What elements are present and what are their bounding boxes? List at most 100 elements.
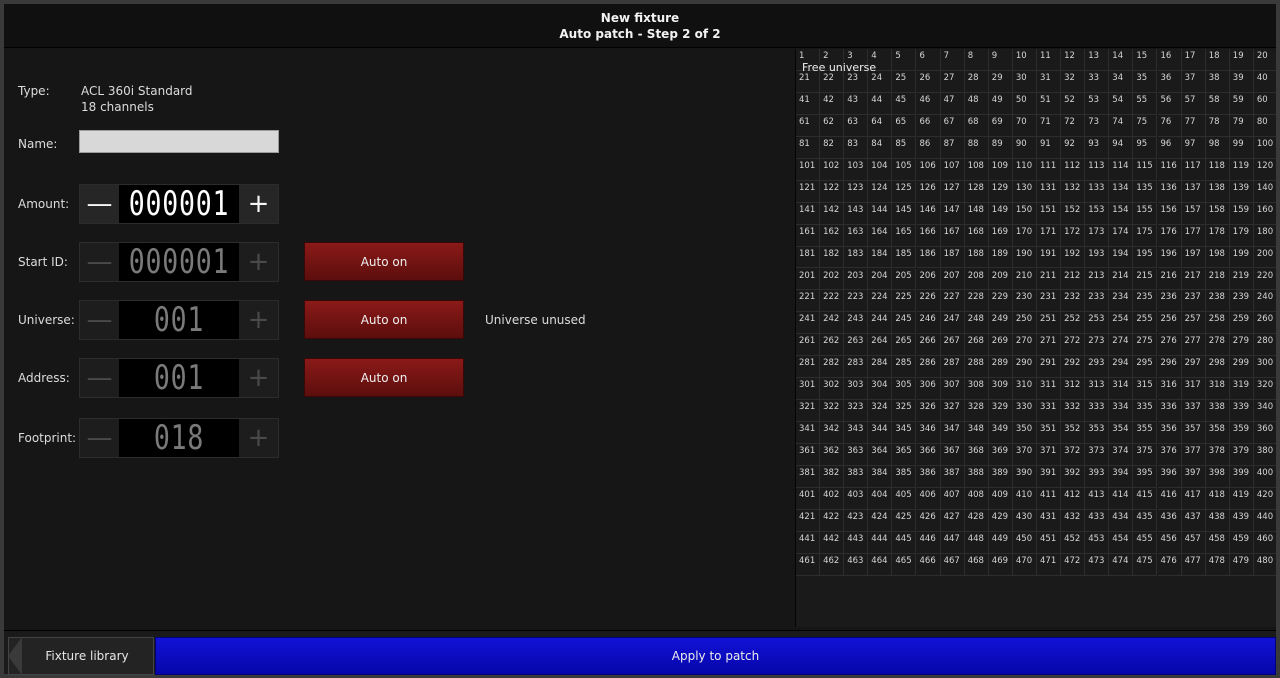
dmx-address-cell[interactable]: 207 bbox=[940, 268, 965, 291]
dmx-address-cell[interactable]: 66 bbox=[916, 114, 941, 137]
dmx-address-cell[interactable]: 182 bbox=[820, 246, 845, 269]
dmx-address-cell[interactable]: 189 bbox=[988, 246, 1013, 269]
dmx-address-cell[interactable]: 57 bbox=[1181, 92, 1206, 115]
dmx-address-cell[interactable]: 342 bbox=[820, 422, 845, 445]
dmx-address-cell[interactable]: 380 bbox=[1253, 444, 1276, 467]
dmx-address-cell[interactable]: 186 bbox=[916, 246, 941, 269]
dmx-address-cell[interactable]: 218 bbox=[1205, 268, 1230, 291]
dmx-address-cell[interactable]: 306 bbox=[916, 378, 941, 401]
dmx-address-cell[interactable]: 121 bbox=[796, 180, 821, 203]
dmx-address-cell[interactable]: 434 bbox=[1109, 509, 1134, 532]
dmx-address-cell[interactable]: 321 bbox=[796, 400, 821, 423]
dmx-address-cell[interactable]: 456 bbox=[1157, 531, 1182, 554]
dmx-address-cell[interactable]: 407 bbox=[940, 488, 965, 510]
dmx-address-cell[interactable]: 332 bbox=[1061, 400, 1086, 423]
dmx-address-cell[interactable]: 396 bbox=[1157, 466, 1182, 488]
dmx-address-cell[interactable]: 135 bbox=[1133, 180, 1158, 203]
dmx-address-cell[interactable]: 296 bbox=[1157, 356, 1182, 379]
dmx-address-cell[interactable]: 216 bbox=[1157, 268, 1182, 291]
dmx-address-cell[interactable]: 32 bbox=[1061, 70, 1086, 93]
dmx-address-cell[interactable]: 400 bbox=[1253, 466, 1276, 488]
dmx-address-cell[interactable]: 10 bbox=[1012, 49, 1037, 71]
dmx-address-cell[interactable]: 156 bbox=[1157, 202, 1182, 225]
dmx-address-cell[interactable]: 213 bbox=[1085, 268, 1110, 291]
dmx-address-cell[interactable]: 81 bbox=[796, 136, 821, 159]
dmx-address-cell[interactable]: 1 bbox=[796, 49, 821, 71]
dmx-address-cell[interactable]: 250 bbox=[1012, 312, 1037, 335]
dmx-address-cell[interactable]: 159 bbox=[1229, 202, 1254, 225]
dmx-address-cell[interactable]: 215 bbox=[1133, 268, 1158, 291]
dmx-address-cell[interactable]: 98 bbox=[1205, 136, 1230, 159]
dmx-address-cell[interactable]: 435 bbox=[1133, 509, 1158, 532]
dmx-address-cell[interactable]: 83 bbox=[844, 136, 869, 159]
dmx-address-cell[interactable]: 171 bbox=[1037, 224, 1062, 247]
dmx-address-cell[interactable]: 352 bbox=[1061, 422, 1086, 445]
dmx-address-cell[interactable]: 275 bbox=[1133, 334, 1158, 357]
dmx-address-cell[interactable]: 449 bbox=[988, 531, 1013, 554]
dmx-address-cell[interactable]: 439 bbox=[1229, 509, 1254, 532]
dmx-address-cell[interactable]: 137 bbox=[1181, 180, 1206, 203]
dmx-address-cell[interactable]: 22 bbox=[820, 70, 845, 93]
dmx-address-cell[interactable]: 336 bbox=[1157, 400, 1182, 423]
dmx-address-cell[interactable]: 260 bbox=[1253, 312, 1276, 335]
dmx-address-cell[interactable]: 42 bbox=[820, 92, 845, 115]
dmx-address-cell[interactable]: 43 bbox=[844, 92, 869, 115]
dmx-address-cell[interactable]: 112 bbox=[1061, 158, 1086, 181]
dmx-address-cell[interactable]: 176 bbox=[1157, 224, 1182, 247]
dmx-address-cell[interactable]: 225 bbox=[892, 290, 917, 313]
dmx-address-cell[interactable]: 265 bbox=[892, 334, 917, 357]
dmx-address-cell[interactable]: 49 bbox=[988, 92, 1013, 115]
dmx-address-cell[interactable]: 151 bbox=[1037, 202, 1062, 225]
dmx-address-cell[interactable]: 82 bbox=[820, 136, 845, 159]
dmx-address-cell[interactable]: 20 bbox=[1253, 49, 1276, 71]
dmx-address-cell[interactable]: 387 bbox=[940, 466, 965, 488]
dmx-address-cell[interactable]: 478 bbox=[1205, 553, 1230, 576]
dmx-address-cell[interactable]: 212 bbox=[1061, 268, 1086, 291]
dmx-address-cell[interactable]: 408 bbox=[964, 488, 989, 510]
dmx-address-cell[interactable]: 118 bbox=[1205, 158, 1230, 181]
dmx-address-cell[interactable]: 222 bbox=[820, 290, 845, 313]
dmx-address-cell[interactable]: 75 bbox=[1133, 114, 1158, 137]
dmx-address-cell[interactable]: 340 bbox=[1253, 400, 1276, 423]
dmx-address-cell[interactable]: 122 bbox=[820, 180, 845, 203]
dmx-address-cell[interactable]: 361 bbox=[796, 444, 821, 467]
dmx-address-cell[interactable]: 343 bbox=[844, 422, 869, 445]
dmx-address-cell[interactable]: 318 bbox=[1205, 378, 1230, 401]
dmx-address-cell[interactable]: 246 bbox=[916, 312, 941, 335]
dmx-address-cell[interactable]: 166 bbox=[916, 224, 941, 247]
dmx-address-cell[interactable]: 331 bbox=[1037, 400, 1062, 423]
dmx-address-cell[interactable]: 274 bbox=[1109, 334, 1134, 357]
dmx-address-cell[interactable]: 12 bbox=[1061, 49, 1086, 71]
dmx-address-cell[interactable]: 96 bbox=[1157, 136, 1182, 159]
dmx-address-cell[interactable]: 163 bbox=[844, 224, 869, 247]
dmx-address-cell[interactable]: 350 bbox=[1012, 422, 1037, 445]
dmx-address-cell[interactable]: 390 bbox=[1012, 466, 1037, 488]
dmx-address-cell[interactable]: 373 bbox=[1085, 444, 1110, 467]
dmx-address-cell[interactable]: 231 bbox=[1037, 290, 1062, 313]
dmx-address-cell[interactable]: 36 bbox=[1157, 70, 1182, 93]
dmx-address-cell[interactable]: 271 bbox=[1037, 334, 1062, 357]
dmx-address-cell[interactable]: 381 bbox=[796, 466, 821, 488]
dmx-address-cell[interactable]: 333 bbox=[1085, 400, 1110, 423]
dmx-address-cell[interactable]: 13 bbox=[1085, 49, 1110, 71]
dmx-address-cell[interactable]: 281 bbox=[796, 356, 821, 379]
dmx-address-cell[interactable]: 280 bbox=[1253, 334, 1276, 357]
dmx-address-cell[interactable]: 172 bbox=[1061, 224, 1086, 247]
dmx-address-cell[interactable]: 469 bbox=[988, 553, 1013, 576]
dmx-address-cell[interactable]: 433 bbox=[1085, 509, 1110, 532]
dmx-address-cell[interactable]: 420 bbox=[1253, 488, 1276, 510]
dmx-address-cell[interactable]: 197 bbox=[1181, 246, 1206, 269]
dmx-address-cell[interactable]: 446 bbox=[916, 531, 941, 554]
dmx-address-cell[interactable]: 169 bbox=[988, 224, 1013, 247]
dmx-address-cell[interactable]: 90 bbox=[1012, 136, 1037, 159]
dmx-address-cell[interactable]: 34 bbox=[1109, 70, 1134, 93]
dmx-address-cell[interactable]: 405 bbox=[892, 488, 917, 510]
dmx-address-cell[interactable]: 111 bbox=[1037, 158, 1062, 181]
universe-decrement-button[interactable]: — bbox=[80, 301, 119, 339]
dmx-address-cell[interactable]: 284 bbox=[868, 356, 893, 379]
dmx-address-cell[interactable]: 72 bbox=[1061, 114, 1086, 137]
dmx-address-cell[interactable]: 470 bbox=[1012, 553, 1037, 576]
dmx-address-cell[interactable]: 237 bbox=[1181, 290, 1206, 313]
dmx-address-cell[interactable]: 338 bbox=[1205, 400, 1230, 423]
dmx-address-cell[interactable]: 391 bbox=[1037, 466, 1062, 488]
